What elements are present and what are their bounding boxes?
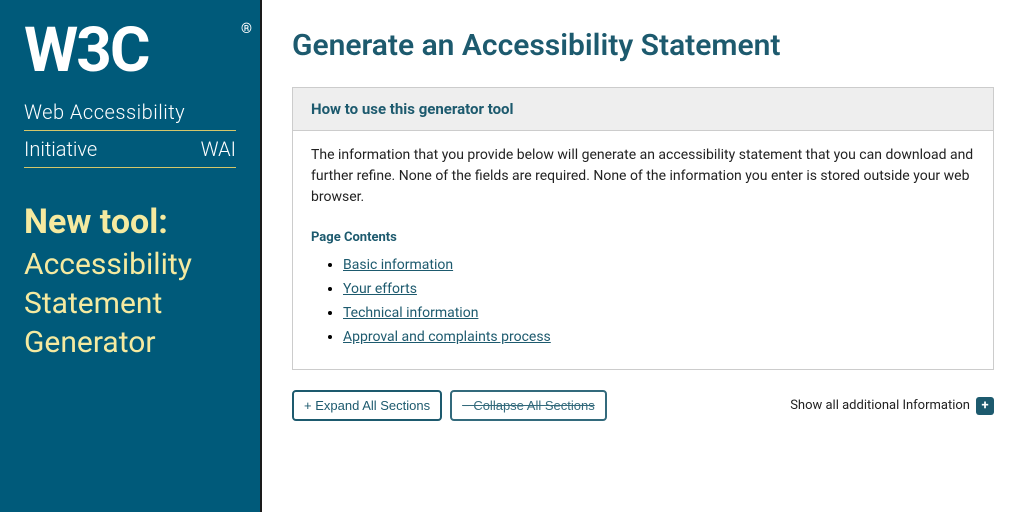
registered-icon: ® — [241, 22, 250, 36]
info-box-body: The information that you provide below w… — [293, 131, 993, 222]
toc-link-efforts[interactable]: Your efforts — [343, 281, 417, 297]
expand-all-button[interactable]: + Expand All Sections — [292, 390, 442, 421]
logo-text: W3C — [24, 14, 148, 87]
collapse-all-button[interactable]: − Collapse All Sections — [450, 390, 607, 421]
wai-initiative: Initiative — [24, 137, 97, 161]
table-of-contents: Basic information Your efforts Technical… — [293, 257, 993, 369]
promo-title: New tool: — [24, 204, 236, 241]
sidebar: W3C® Web Accessibility Initiative WAI Ne… — [0, 0, 260, 512]
show-all-label: Show all additional Information — [790, 398, 970, 413]
promo-subtitle: Accessibility Statement Generator — [24, 245, 236, 362]
actions-row: + Expand All Sections − Collapse All Sec… — [292, 390, 994, 421]
show-all-toggle[interactable]: Show all additional Information + — [790, 397, 994, 415]
list-item: Basic information — [343, 257, 975, 273]
promo-block: New tool: Accessibility Statement Genera… — [24, 204, 236, 362]
wai-subtitle-line2: Initiative WAI — [24, 137, 236, 168]
page-contents-label: Page Contents — [293, 222, 993, 249]
w3c-logo: W3C® — [24, 20, 236, 82]
info-box: How to use this generator tool The infor… — [292, 87, 994, 370]
page-title: Generate an Accessibility Statement — [292, 28, 994, 63]
list-item: Approval and complaints process — [343, 329, 975, 345]
main-content: Generate an Accessibility Statement How … — [262, 0, 1024, 512]
toc-link-basic[interactable]: Basic information — [343, 257, 453, 273]
toc-link-technical[interactable]: Technical information — [343, 305, 478, 321]
wai-abbrev: WAI — [201, 137, 236, 161]
list-item: Technical information — [343, 305, 975, 321]
info-box-header: How to use this generator tool — [293, 88, 993, 131]
wai-subtitle-line1: Web Accessibility — [24, 100, 236, 131]
plus-icon: + — [976, 397, 994, 415]
toc-link-approval[interactable]: Approval and complaints process — [343, 329, 551, 345]
list-item: Your efforts — [343, 281, 975, 297]
